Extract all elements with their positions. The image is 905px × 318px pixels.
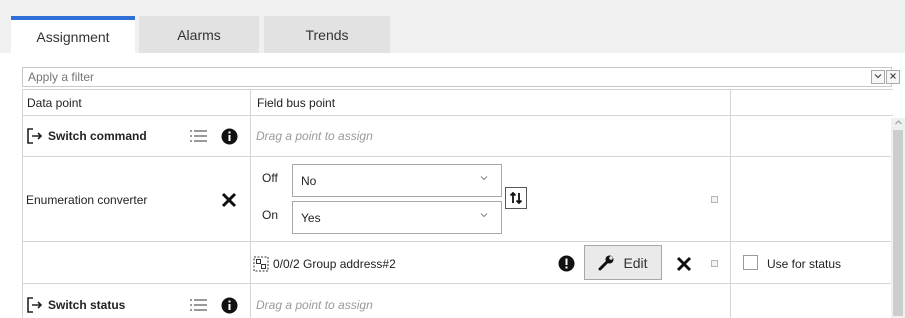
list-icon[interactable] [190,297,208,313]
filter-bar [22,67,900,87]
tab-label: Trends [305,26,349,43]
tab-alarms[interactable]: Alarms [139,16,259,53]
divider [23,89,893,90]
list-icon[interactable] [190,128,208,144]
edit-label: Edit [623,254,648,271]
tab-label: Assignment [36,28,110,45]
wrench-icon [598,255,614,271]
arrow-out-of-box-icon [26,296,44,314]
filter-clear-button[interactable] [886,70,900,84]
column-header-data-point[interactable]: Data point [27,89,82,116]
close-icon [890,73,896,79]
close-icon[interactable] [220,191,238,209]
off-label: Off [262,171,278,185]
divider [730,89,731,318]
arrow-out-of-box-icon [26,127,44,145]
column-header-field-bus-point[interactable]: Field bus point [257,89,335,116]
use-for-status-label: Use for status [767,257,842,271]
divider [250,89,251,318]
swap-arrows-icon [509,191,523,205]
tab-trends[interactable]: Trends [264,16,390,53]
chevron-down-icon [874,74,882,79]
on-value-select[interactable]: Yes [292,201,502,234]
divider [23,115,893,116]
assign-hint[interactable]: Drag a point to assign [256,297,373,313]
on-value: Yes [301,210,321,225]
tab-label: Alarms [177,26,221,43]
off-value-select[interactable]: No [292,164,502,197]
vertical-scrollbar[interactable] [891,118,905,318]
tab-assignment[interactable]: Assignment [11,16,135,53]
off-value: No [301,173,317,188]
use-for-status-checkbox[interactable] [743,255,758,270]
info-icon[interactable] [220,296,238,314]
edit-button[interactable]: Edit [584,245,662,280]
scroll-thumb[interactable] [893,130,903,316]
close-icon[interactable] [675,255,693,273]
switch-status-label: Switch status [48,298,126,312]
divider [23,241,893,242]
group-address-icon [253,256,269,272]
warning-icon [557,254,575,272]
divider [23,283,893,284]
swap-values-button[interactable] [505,187,527,209]
group-address-label: 0/0/2 Group address#2 [273,257,396,271]
chevron-down-icon [479,210,489,223]
info-icon[interactable] [220,127,238,145]
divider [23,156,893,157]
on-label: On [262,208,279,222]
switch-command-label: Switch command [48,129,147,143]
assign-hint[interactable]: Drag a point to assign [256,128,373,144]
filter-dropdown-button[interactable] [871,70,885,84]
row-marker[interactable] [711,196,718,203]
scroll-up-icon[interactable] [891,118,905,130]
row-marker[interactable] [711,260,718,267]
filter-input[interactable] [28,70,848,84]
enumeration-converter-label: Enumeration converter [26,193,148,207]
chevron-down-icon [479,173,489,186]
tab-bar: Assignment Alarms Trends [11,16,891,54]
